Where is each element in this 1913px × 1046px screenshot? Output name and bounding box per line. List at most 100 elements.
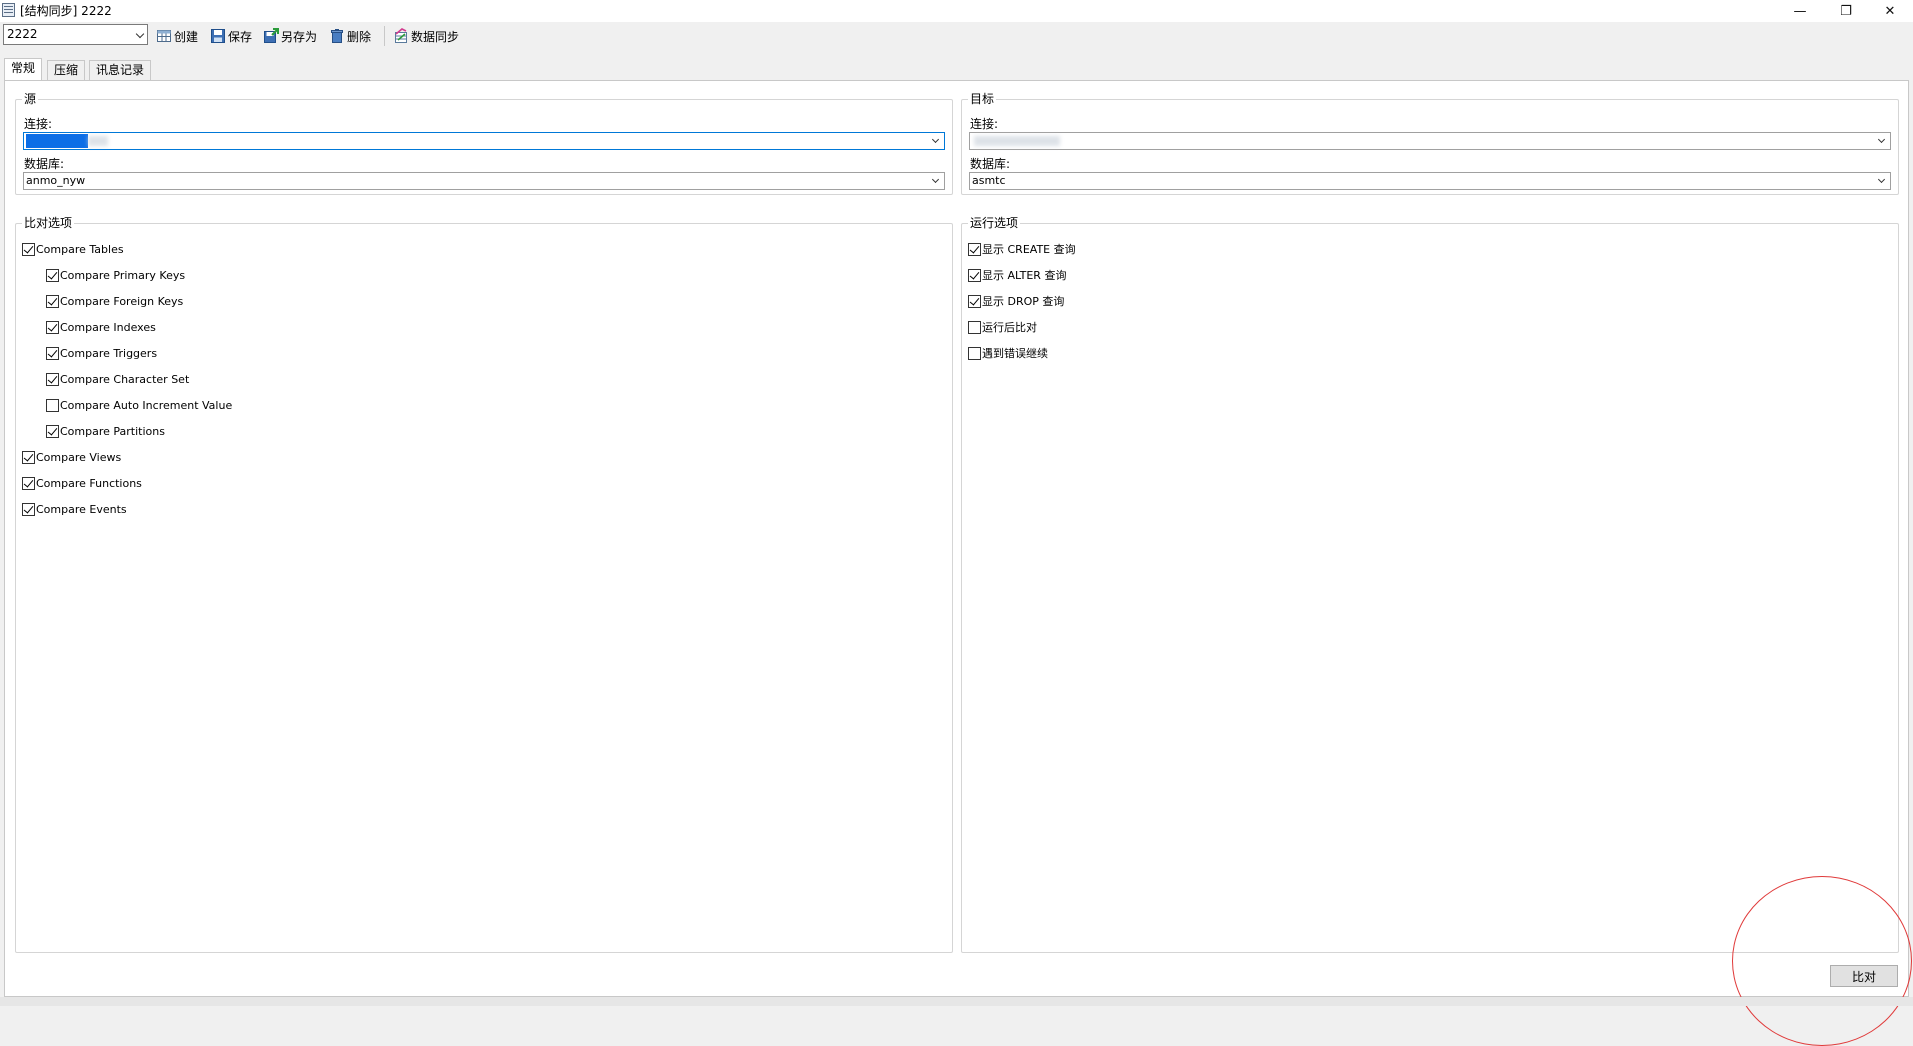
run-options-group: 运行选项 显示 CREATE 查询 显示 ALTER 查询 显示 DROP 查询运行… (961, 215, 1899, 953)
profile-select[interactable]: 2222 (3, 24, 148, 45)
target-database-select[interactable]: asmtc (969, 172, 1891, 190)
table-create-icon (156, 28, 172, 44)
checkbox-checked-icon[interactable] (46, 425, 59, 438)
checkbox-checked-icon[interactable] (968, 269, 981, 282)
chevron-down-icon (931, 175, 940, 184)
compare-option-checkbox[interactable]: Compare Partitions (46, 425, 165, 438)
status-bar (0, 997, 1913, 1006)
restore-button[interactable]: ❐ (1823, 0, 1869, 22)
toolbar-separator (384, 26, 385, 46)
source-database-select[interactable]: anmo_nyw (23, 172, 945, 190)
toolbar: 2222 创建 保存 另存为 删除 数据同步 (0, 22, 1913, 52)
checkbox-checked-icon[interactable] (46, 373, 59, 386)
source-legend: 源 (22, 91, 39, 107)
compare-option-checkbox[interactable]: Compare Primary Keys (46, 269, 185, 282)
data-sync-button[interactable]: 数据同步 (393, 25, 459, 47)
run-option-checkbox[interactable]: 显示 ALTER 查询 (968, 269, 1066, 282)
compare-option-label: Compare Primary Keys (60, 269, 186, 282)
redaction-blur (88, 136, 108, 146)
window-title: [结构同步] 2222 (20, 4, 112, 18)
source-database-label: 数据库: (24, 157, 65, 171)
target-connection-select[interactable] (969, 132, 1891, 150)
delete-button[interactable]: 删除 (329, 25, 371, 47)
checkbox-unchecked-icon[interactable] (46, 399, 59, 412)
tab-message-log[interactable]: 讯息记录 (89, 60, 152, 80)
redaction-blur (974, 136, 1060, 146)
compare-option-label: Compare Auto Increment Value (60, 399, 233, 412)
checkbox-checked-icon[interactable] (22, 503, 35, 516)
checkbox-checked-icon[interactable] (46, 295, 59, 308)
run-option-checkbox[interactable]: 显示 DROP 查询 (968, 295, 1064, 308)
data-sync-label: 数据同步 (411, 29, 460, 44)
data-sync-icon (393, 28, 409, 44)
create-label: 创建 (174, 29, 199, 44)
compare-option-checkbox[interactable]: Compare Foreign Keys (46, 295, 183, 308)
save-as-button[interactable]: 另存为 (263, 25, 317, 47)
compare-option-checkbox[interactable]: Compare Auto Increment Value (46, 399, 232, 412)
compare-option-checkbox[interactable]: Compare Functions (22, 477, 142, 490)
source-group: 源 连接: 数据库: anmo_nyw (15, 91, 953, 195)
compare-option-label: Compare Foreign Keys (60, 295, 184, 308)
app-icon (2, 3, 15, 17)
title-bar: [结构同步] 2222 — ❐ ✕ (0, 0, 1913, 22)
checkbox-checked-icon[interactable] (968, 243, 981, 256)
compare-option-label: Compare Events (36, 503, 127, 516)
compare-option-checkbox[interactable]: Compare Character Set (46, 373, 189, 386)
checkbox-checked-icon[interactable] (22, 451, 35, 464)
compare-option-checkbox[interactable]: Compare Events (22, 503, 127, 516)
compare-option-label: Compare Functions (36, 477, 142, 490)
source-connection-selection (26, 134, 88, 148)
compare-option-checkbox[interactable]: Compare Triggers (46, 347, 157, 360)
save-button[interactable]: 保存 (210, 25, 252, 47)
target-group: 目标 连接: 数据库: asmtc (961, 91, 1899, 195)
chevron-down-icon (1877, 135, 1886, 144)
chevron-down-icon (135, 29, 145, 39)
checkbox-unchecked-icon[interactable] (968, 321, 981, 334)
compare-options-legend: 比对选项 (22, 215, 75, 231)
compare-option-label: Compare Partitions (60, 425, 165, 438)
checkbox-checked-icon[interactable] (22, 243, 35, 256)
target-database-value: asmtc (972, 174, 1006, 187)
source-connection-label: 连接: (24, 117, 53, 131)
run-option-label: 显示 DROP 查询 (982, 295, 1065, 308)
run-option-label: 遇到错误继续 (982, 347, 1048, 360)
save-icon (210, 28, 226, 44)
compare-button[interactable]: 比对 (1830, 965, 1898, 987)
checkbox-checked-icon[interactable] (46, 347, 59, 360)
save-label: 保存 (228, 29, 253, 44)
tab-compression[interactable]: 压缩 (47, 60, 86, 80)
create-button[interactable]: 创建 (156, 25, 198, 47)
compare-options-group: 比对选项 Compare Tables Compare Primary Keys C… (15, 215, 953, 953)
source-connection-select[interactable] (23, 132, 945, 150)
run-option-checkbox[interactable]: 运行后比对 (968, 321, 1037, 334)
checkbox-checked-icon[interactable] (22, 477, 35, 490)
run-option-checkbox[interactable]: 遇到错误继续 (968, 347, 1048, 360)
minimize-button[interactable]: — (1777, 0, 1823, 22)
compare-option-label: Compare Character Set (60, 373, 190, 386)
compare-option-checkbox[interactable]: Compare Indexes (46, 321, 156, 334)
profile-select-value: 2222 (7, 27, 38, 41)
run-option-label: 显示 CREATE 查询 (982, 243, 1076, 256)
target-connection-label: 连接: (970, 117, 999, 131)
compare-option-label: Compare Views (36, 451, 122, 464)
checkbox-checked-icon[interactable] (46, 321, 59, 334)
run-option-label: 显示 ALTER 查询 (982, 269, 1067, 282)
tab-general[interactable]: 常规 (4, 58, 43, 81)
save-as-label: 另存为 (281, 29, 318, 44)
compare-option-checkbox[interactable]: Compare Views (22, 451, 121, 464)
checkbox-checked-icon[interactable] (46, 269, 59, 282)
run-options-legend: 运行选项 (968, 215, 1021, 231)
chevron-down-icon (1877, 175, 1886, 184)
compare-option-checkbox[interactable]: Compare Tables (22, 243, 124, 256)
target-legend: 目标 (968, 91, 997, 107)
checkbox-unchecked-icon[interactable] (968, 347, 981, 360)
close-button[interactable]: ✕ (1867, 0, 1913, 22)
run-option-checkbox[interactable]: 显示 CREATE 查询 (968, 243, 1076, 256)
compare-option-label: Compare Triggers (60, 347, 158, 360)
save-as-icon (263, 28, 279, 44)
compare-option-label: Compare Indexes (60, 321, 156, 334)
compare-option-label: Compare Tables (36, 243, 124, 256)
tab-content-general: 源 连接: 数据库: anmo_nyw 目标 连接: 数据库: asmtc 比对… (4, 80, 1909, 997)
checkbox-checked-icon[interactable] (968, 295, 981, 308)
delete-label: 删除 (347, 29, 372, 44)
